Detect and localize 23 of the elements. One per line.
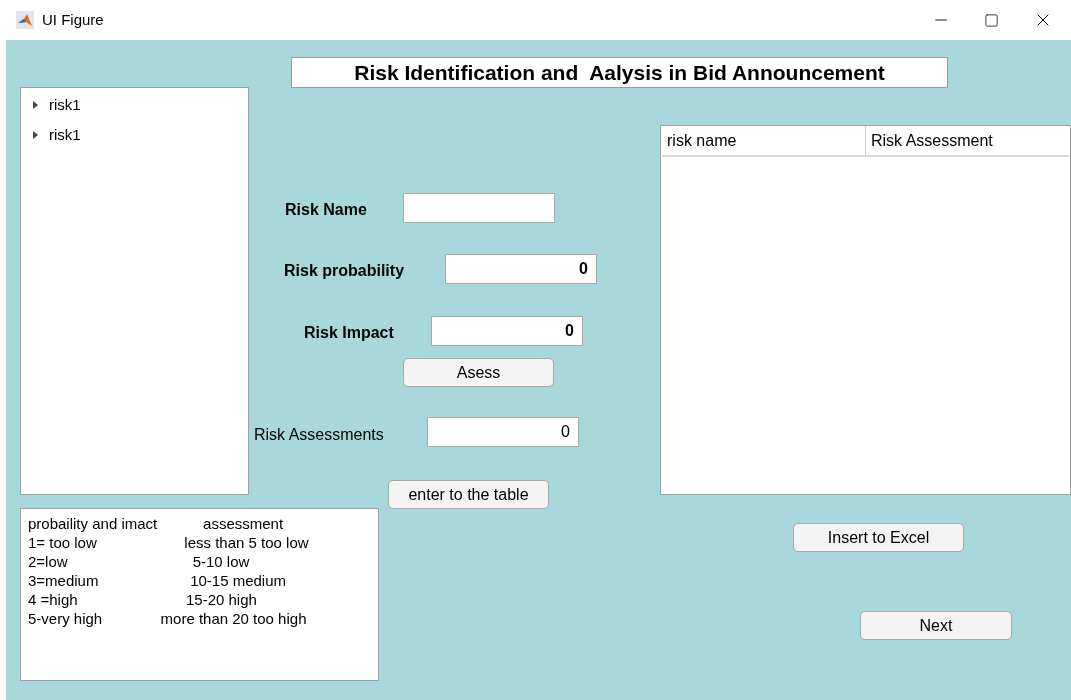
column-header[interactable]: risk name (662, 126, 866, 155)
caret-right-icon[interactable] (31, 131, 39, 139)
maximize-icon[interactable] (984, 12, 999, 28)
insert-excel-button[interactable]: Insert to Excel (793, 523, 964, 552)
field-label: Risk Name (285, 200, 367, 220)
tree-node[interactable]: risk1 (21, 90, 248, 120)
input-field[interactable]: 0 (445, 254, 597, 284)
field-label: Risk Assessments (254, 425, 384, 445)
caret-right-icon[interactable] (31, 101, 39, 109)
assess-button[interactable]: Asess (403, 358, 554, 387)
column-header[interactable]: Risk Assessment (866, 126, 1069, 155)
heading-label: Risk Identification and Aalysis in Bid Announcement (291, 57, 948, 88)
app-logo-icon (16, 11, 34, 29)
legend-text: probaility and imact assessment 1= too low less than 5 too low 2=low 5-10 low 3=medium 10-15 medium 4 =high 15-20 high 5-very high more than 20 too high (20, 508, 379, 681)
field-label: Risk Impact (304, 323, 394, 343)
input-field[interactable]: 0 (427, 417, 579, 447)
input-field[interactable]: 0 (431, 316, 583, 346)
enter-table-button[interactable]: enter to the table (388, 480, 549, 509)
field-label: Risk probability (284, 261, 405, 281)
next-button[interactable]: Next (860, 611, 1012, 640)
tree-node[interactable]: risk1 (21, 120, 248, 150)
window-title: UI Figure (42, 9, 104, 30)
input-field[interactable] (403, 193, 555, 223)
